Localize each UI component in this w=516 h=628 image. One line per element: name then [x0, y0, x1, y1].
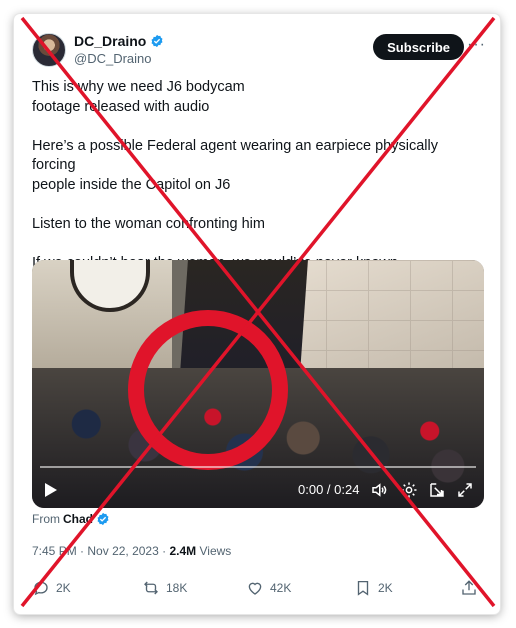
from-source[interactable]: Chad	[63, 512, 93, 526]
views-label: Views	[199, 544, 232, 558]
verified-badge-icon	[151, 34, 163, 48]
reply-icon	[34, 581, 48, 596]
subscribe-button[interactable]: Subscribe	[373, 34, 464, 60]
video-player[interactable]: 0:00 / 0:24	[32, 260, 484, 508]
repost-icon	[144, 581, 158, 595]
bookmark-button[interactable]: 2K	[354, 579, 393, 597]
settings-gear-icon[interactable]	[400, 481, 418, 499]
tweet-line: Listen to the woman confronting him	[32, 215, 265, 232]
avatar[interactable]	[32, 33, 66, 67]
like-count: 42K	[270, 581, 292, 595]
tweet-line: Here’s a possible Federal agent wearing …	[32, 137, 438, 174]
tweet-line: people inside the Capitol on J6	[32, 176, 231, 193]
tweet-meta: 7:45 PM · Nov 22, 2023 · 2.4M Views	[32, 544, 231, 558]
video-controls: 0:00 / 0:24	[32, 472, 484, 508]
video-time: 0:00 / 0:24	[298, 482, 360, 497]
verified-badge-icon	[97, 512, 109, 526]
repost-count: 18K	[166, 581, 188, 595]
from-attribution: From Chad	[32, 512, 110, 526]
repost-button[interactable]: 18K	[142, 579, 187, 597]
video-progress-bar[interactable]	[40, 466, 476, 468]
reply-count: 2K	[56, 581, 71, 595]
tweet-line: footage released with audio	[32, 98, 210, 115]
author-name-row: DC_Draino	[74, 32, 164, 50]
tweet-header: DC_Draino @DC_Draino Subscribe ···	[32, 32, 486, 72]
heart-icon	[248, 582, 262, 595]
like-button[interactable]: 42K	[246, 579, 291, 597]
share-icon	[462, 580, 476, 595]
author-handle[interactable]: @DC_Draino	[74, 51, 152, 66]
tweet-date[interactable]: Nov 22, 2023	[87, 544, 158, 558]
volume-icon[interactable]	[370, 481, 388, 499]
tweet-time[interactable]: 7:45 PM	[32, 544, 77, 558]
author-display-name[interactable]: DC_Draino	[74, 33, 146, 49]
views-count: 2.4M	[169, 544, 197, 558]
from-prefix: From	[32, 512, 60, 526]
reply-button[interactable]: 2K	[32, 579, 71, 597]
bookmark-count: 2K	[378, 581, 393, 595]
meta-separator: ·	[80, 544, 85, 558]
minimize-icon[interactable]	[428, 481, 446, 499]
tweet-actions: 2K 18K 42K 2K	[32, 579, 482, 601]
bookmark-icon	[357, 580, 369, 596]
tweet-card: DC_Draino @DC_Draino Subscribe ··· This …	[14, 14, 500, 614]
play-icon[interactable]	[44, 482, 58, 498]
tweet-text: This is why we need J6 bodycam footage r…	[32, 78, 482, 273]
fullscreen-icon[interactable]	[456, 481, 474, 499]
share-button[interactable]	[460, 579, 478, 597]
more-options-icon[interactable]: ···	[467, 36, 486, 54]
tweet-line: This is why we need J6 bodycam	[32, 79, 245, 95]
meta-separator: ·	[162, 544, 167, 558]
red-highlight-circle	[128, 310, 288, 470]
